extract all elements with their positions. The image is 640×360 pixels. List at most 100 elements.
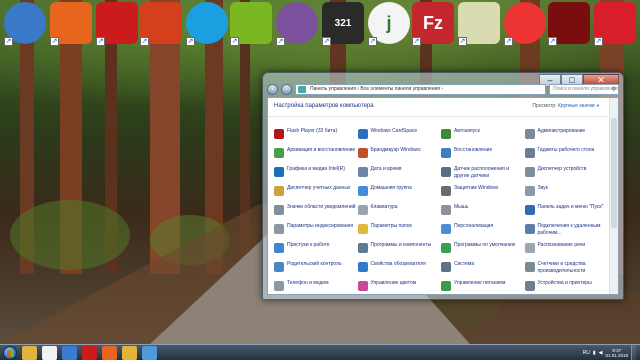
cp-item-icon	[441, 148, 451, 158]
cp-item[interactable]: Устройства и принтеры	[524, 280, 607, 294]
shortcut-arrow-icon: ↗	[186, 37, 195, 46]
acrobat-icon[interactable]: ↗	[548, 2, 590, 46]
cp-item[interactable]: Пристуки к работе	[274, 242, 356, 261]
language-indicator[interactable]: RU	[583, 350, 590, 356]
cp-item[interactable]: Распознавание речи	[524, 242, 607, 261]
jumplist-j-icon[interactable]: j ↗	[368, 2, 410, 46]
cp-item[interactable]: Гаджеты рабочего стола	[524, 147, 607, 166]
cp-item[interactable]: Система	[441, 261, 523, 280]
j-taskbar-icon[interactable]	[42, 346, 57, 360]
shortcut-arrow-icon: ↗	[458, 37, 467, 46]
cp-item[interactable]: Клавиатура	[357, 204, 440, 223]
shortcut-arrow-icon: ↗	[276, 37, 285, 46]
cp-item-icon	[441, 243, 451, 253]
cp-item[interactable]: Flash Player (32 бита)	[274, 128, 356, 147]
cp-item-icon	[274, 148, 284, 158]
address-bar[interactable]: Панель управления › Все элементы панели …	[295, 84, 546, 95]
divider	[268, 116, 608, 117]
volume-icon[interactable]: ◀	[599, 350, 603, 356]
viber-icon[interactable]: ↗	[276, 2, 318, 46]
search-input[interactable]: Поиск в панели управления ⚲	[549, 84, 619, 95]
cp-item[interactable]: Подключения к удаленным рабочим...	[524, 223, 607, 242]
show-desktop-button[interactable]	[631, 345, 636, 360]
computer-icon[interactable]: ↗	[4, 2, 46, 46]
search-placeholder: Поиск в панели управления	[553, 86, 618, 92]
cp-item[interactable]: Программы и компоненты	[357, 242, 440, 261]
cp-item[interactable]: Датчик расположения и другие датчики	[441, 166, 523, 185]
view-value[interactable]: Крупные значки	[558, 103, 595, 109]
cp-item[interactable]: Параметры папок	[357, 223, 440, 242]
clock[interactable]: 8:37 01.01.2019	[605, 348, 628, 358]
explorer2-taskbar-icon[interactable]	[122, 346, 137, 360]
cp-item-icon	[441, 281, 451, 291]
media-taskbar-icon[interactable]	[62, 346, 77, 360]
download-icon[interactable]: ↗	[594, 2, 636, 46]
explorer-taskbar-icon[interactable]	[22, 346, 37, 360]
cp-item-icon	[441, 262, 451, 272]
cp-item[interactable]: Автозапуск	[441, 128, 523, 147]
cp-item[interactable]: Windows CardSpace	[357, 128, 440, 147]
cp-item[interactable]: Архивация и восстановление	[274, 147, 356, 166]
cp-item[interactable]: Телефон и модем	[274, 280, 356, 294]
view-selector[interactable]: Просмотр: Крупные значки ▼	[532, 103, 600, 109]
cp-item[interactable]: Диспетчер учетных данных	[274, 185, 356, 204]
cp-item[interactable]: Брандмауэр Windows	[357, 147, 440, 166]
cp-item[interactable]: Родительский контроль	[274, 261, 356, 280]
cp-item-icon	[524, 262, 535, 272]
opera-icon[interactable]: ↗	[96, 2, 138, 46]
cp-item[interactable]: Панель задач и меню "Пуск"	[524, 204, 607, 223]
cp-item-icon	[524, 148, 535, 158]
cp-item[interactable]: Звук	[524, 185, 607, 204]
control-panel-content: Настройка параметров компьютера Просмотр…	[267, 97, 619, 295]
cp-item[interactable]: Программы по умолчанию	[441, 242, 523, 261]
scrollbar-thumb[interactable]	[611, 118, 617, 228]
cp-item[interactable]: Восстановление	[441, 147, 523, 166]
cp-item-icon	[274, 262, 284, 272]
cp-item-label: Защитник Windows	[454, 185, 499, 191]
network-icon[interactable]: ▮	[593, 350, 596, 356]
control-panel-taskbar-icon[interactable]	[142, 346, 157, 360]
shortcut-arrow-icon: ↗	[594, 37, 603, 46]
ccleaner-icon[interactable]: ↗	[140, 2, 182, 46]
cp-item[interactable]: Защитник Windows	[441, 185, 523, 204]
cp-item[interactable]: Мышь	[441, 204, 523, 223]
address-text: Панель управления › Все элементы панели …	[310, 86, 444, 92]
firefox-taskbar-icon[interactable]	[102, 346, 117, 360]
cp-item[interactable]: Графика и медиа Intel(R)	[274, 166, 356, 185]
cp-item[interactable]: Управление питанием	[441, 280, 523, 294]
cp-item-icon	[524, 281, 535, 291]
cp-item[interactable]: Администрирование	[524, 128, 607, 147]
firefox-icon[interactable]: ↗	[50, 2, 92, 46]
forward-button[interactable]: ›	[281, 84, 292, 95]
cp-item[interactable]: Дата и время	[357, 166, 440, 185]
cp-item[interactable]: Диспетчер устройств	[524, 166, 607, 185]
folder-image-icon[interactable]: ↗	[458, 2, 500, 46]
cp-item-label: Брандмауэр Windows	[370, 147, 421, 153]
cp-item-label: Flash Player (32 бита)	[287, 128, 338, 134]
taskbar: RU ▮ ◀ 8:37 01.01.2019	[0, 344, 640, 360]
back-button[interactable]: ‹	[267, 84, 278, 95]
cp-item[interactable]: Свойства обозревателя	[357, 261, 440, 280]
cp-item-icon	[357, 281, 368, 291]
start-button[interactable]	[3, 346, 17, 360]
shortcut-arrow-icon: ↗	[368, 37, 377, 46]
cp-item-label: Пристуки к работе	[287, 242, 330, 248]
cp-item[interactable]: Счетчики и средства производительности	[524, 261, 607, 280]
video-321-icon[interactable]: 321 ↗	[322, 2, 364, 46]
shortcut-arrow-icon: ↗	[322, 37, 331, 46]
cp-item[interactable]: Параметры индексирования	[274, 223, 356, 242]
shortcut-arrow-icon: ↗	[140, 37, 149, 46]
opera-taskbar-icon[interactable]	[82, 346, 97, 360]
skype-icon[interactable]: ↗	[186, 2, 228, 46]
cp-item[interactable]: Значки области уведомлений	[274, 204, 356, 223]
cp-item-icon	[441, 205, 451, 215]
color-wheel-icon[interactable]: ↗	[504, 2, 546, 46]
cp-item[interactable]: Персонализация	[441, 223, 523, 242]
vertical-scrollbar[interactable]	[609, 98, 618, 294]
cp-item[interactable]: Управление цветом	[357, 280, 440, 294]
cp-item-icon	[524, 224, 535, 234]
filezilla-icon[interactable]: Fz ↗	[412, 2, 454, 46]
cp-item[interactable]: Домашняя группа	[357, 185, 440, 204]
utorrent-icon[interactable]: ↗	[230, 2, 272, 46]
cp-item-icon	[357, 243, 368, 253]
